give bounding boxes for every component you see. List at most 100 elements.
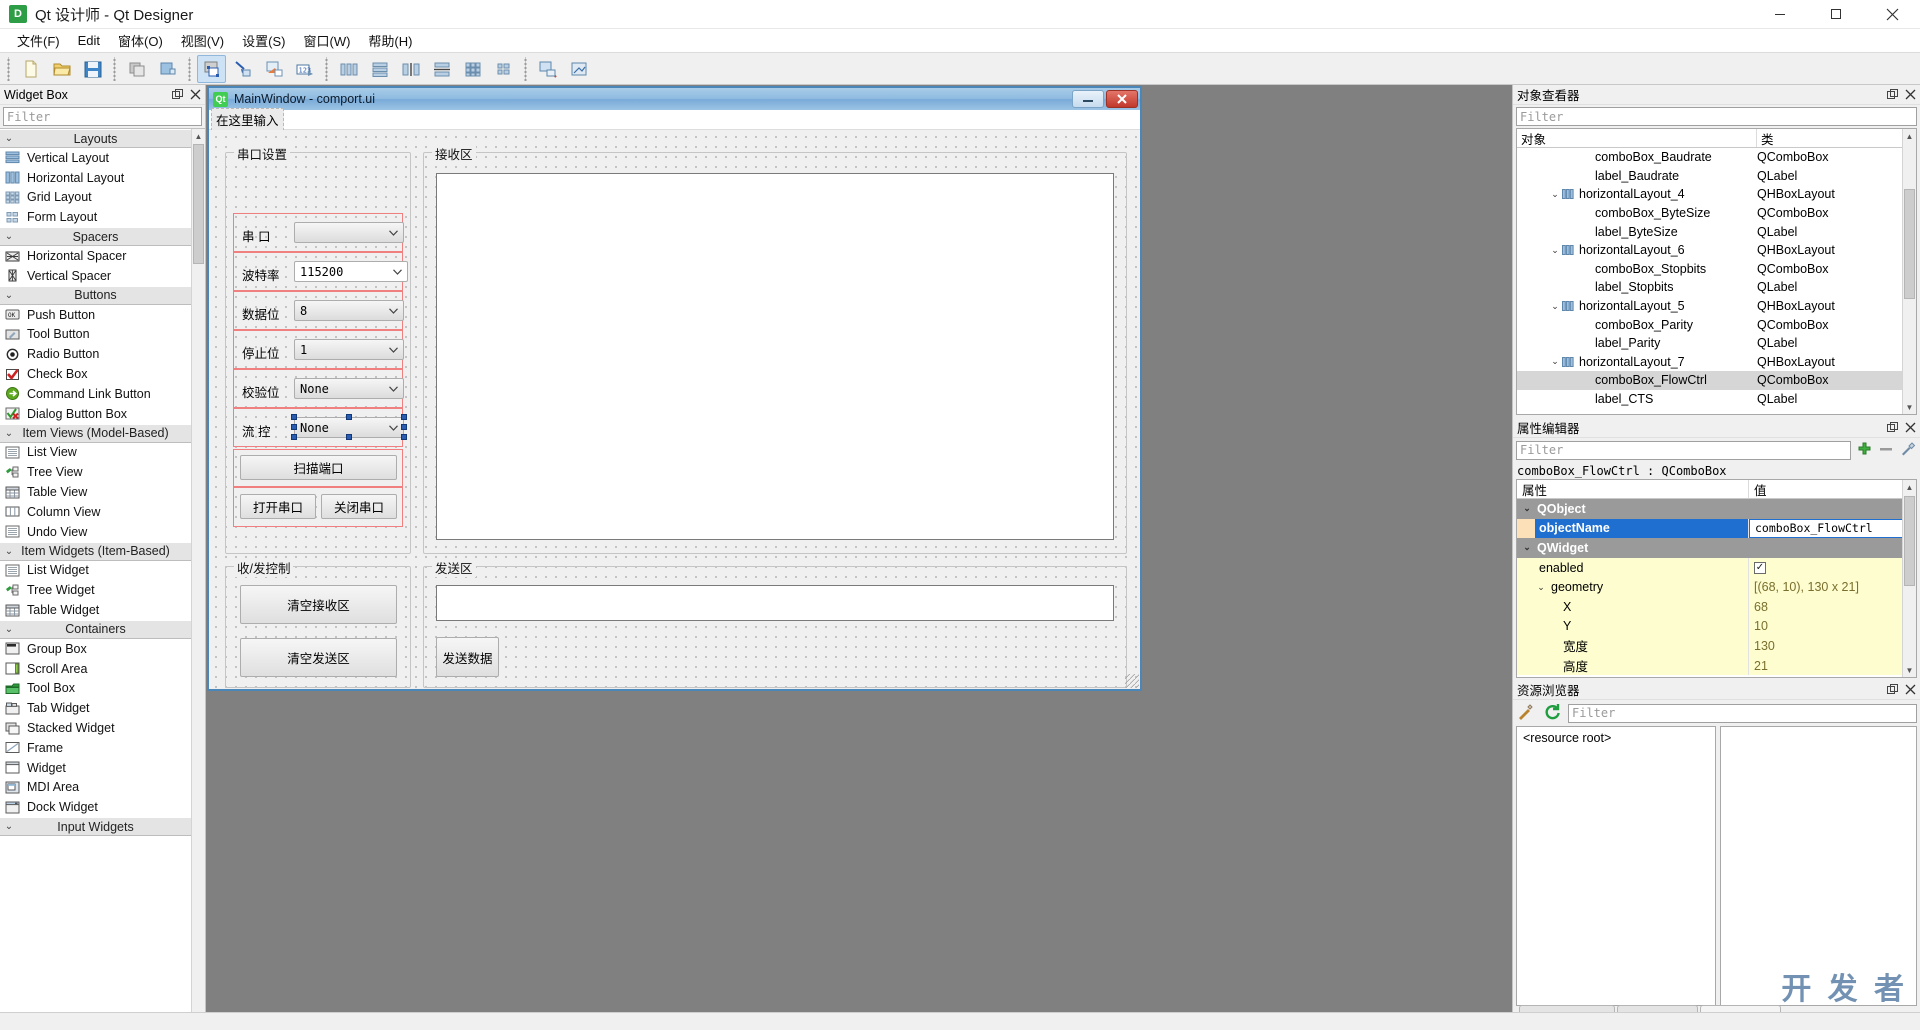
form-resize-grip[interactable] [1125, 674, 1139, 688]
object-inspector-close-button[interactable] [1902, 87, 1918, 103]
menu-edit[interactable]: Edit [69, 30, 109, 51]
add-property-button[interactable] [1855, 440, 1873, 461]
menu-view[interactable]: 视图(V) [172, 28, 233, 53]
widget-box-item-stacked-widget[interactable]: Stacked Widget [0, 718, 191, 738]
widget-box-item-vertical-spacer[interactable]: Vertical Spacer [0, 266, 191, 286]
object-inspector-float-button[interactable] [1884, 87, 1900, 103]
menu-settings[interactable]: 设置(S) [233, 28, 294, 53]
menu-window[interactable]: 窗口(W) [294, 28, 359, 53]
break-layout-button[interactable] [533, 55, 562, 83]
object-tree-row[interactable]: comboBox_Parity QComboBox [1517, 315, 1916, 334]
send-data-button[interactable]: 发送数据 [436, 637, 499, 677]
widget-box-item-list-widget[interactable]: List Widget [0, 561, 191, 581]
widget-box-item-column-view[interactable]: Column View [0, 502, 191, 522]
widget-box-item-horizontal-spacer[interactable]: Horizontal Spacer [0, 246, 191, 266]
property-col-name[interactable]: 属性 [1517, 480, 1749, 498]
chevron-down-icon[interactable]: ⌄ [1521, 542, 1533, 553]
chevron-down-icon[interactable]: ⌄ [1521, 503, 1533, 514]
toolbar-grip-4[interactable] [323, 56, 330, 81]
widget-box-item-tree-view[interactable]: Tree View [0, 462, 191, 482]
object-tree-row[interactable]: comboBox_Baudrate QComboBox [1517, 148, 1916, 167]
object-tree-row[interactable]: ⌄ horizontalLayout_6 QHBoxLayout [1517, 241, 1916, 260]
form-minimize-button[interactable] [1072, 90, 1104, 108]
object-tree-row[interactable]: label_CTS QLabel [1517, 390, 1916, 409]
property-editor-filter-input[interactable]: Filter [1516, 440, 1851, 460]
object-tree-row[interactable]: label_Stopbits QLabel [1517, 278, 1916, 297]
scroll-down-icon[interactable]: ▼ [1903, 663, 1916, 677]
widget-box-item-dialog-button-box[interactable]: Dialog Button Box [0, 404, 191, 424]
configure-property-button[interactable] [1899, 440, 1917, 461]
layout-vertically-button[interactable] [365, 55, 394, 83]
chevron-down-icon[interactable]: ⌄ [1549, 189, 1561, 200]
layout-form-button[interactable] [489, 55, 518, 83]
redo-button[interactable] [153, 55, 182, 83]
object-tree-scrollbar[interactable]: ▲ ▼ [1902, 129, 1916, 414]
layout-splitter-vertical-button[interactable] [427, 55, 456, 83]
object-tree-row[interactable]: label_ByteSize QLabel [1517, 222, 1916, 241]
property-col-value[interactable]: 值 [1749, 480, 1916, 498]
window-close-button[interactable] [1864, 0, 1920, 29]
widget-box-category-layouts[interactable]: ⌄ Layouts [0, 129, 191, 148]
resource-root-list[interactable]: <resource root> [1516, 726, 1716, 1006]
toolbar-grip[interactable] [5, 56, 12, 81]
property-row-value[interactable]: 21 [1749, 656, 1916, 676]
property-row-value[interactable]: comboBox_FlowCtrl [1749, 518, 1916, 539]
widget-box-float-button[interactable] [169, 87, 185, 103]
layout-splitter-horizontal-button[interactable] [396, 55, 425, 83]
property-row[interactable]: ⌄ QObject [1517, 499, 1916, 519]
widget-box-item-scroll-area[interactable]: Scroll Area [0, 659, 191, 679]
edit-signals-slots-button[interactable] [228, 55, 257, 83]
widget-box-item-form-layout[interactable]: Form Layout [0, 207, 191, 227]
widget-box-item-dock-widget[interactable]: Dock Widget [0, 797, 191, 817]
property-row[interactable]: ⌄ geometry [(68, 10), 130 x 21] [1517, 577, 1916, 597]
property-table-scrollbar[interactable]: ▲ ▼ [1902, 480, 1916, 677]
widget-box-item-tool-button[interactable]: Tool Button [0, 325, 191, 345]
scroll-up-icon[interactable]: ▲ [1903, 480, 1916, 494]
open-form-button[interactable] [47, 55, 76, 83]
window-minimize-button[interactable] [1752, 0, 1808, 29]
widget-box-item-push-button[interactable]: OK Push Button [0, 305, 191, 325]
widget-box-category-buttons[interactable]: ⌄ Buttons [0, 285, 191, 305]
open-port-button[interactable]: 打开串口 [240, 494, 316, 519]
widget-box-item-widget[interactable]: Widget [0, 758, 191, 778]
property-row[interactable]: objectName comboBox_FlowCtrl [1517, 518, 1916, 539]
property-row-value[interactable]: ✓ [1749, 558, 1916, 578]
groupbox-receive[interactable]: 接收区 [423, 144, 1127, 554]
property-row[interactable]: X 68 [1517, 596, 1916, 617]
property-row[interactable]: ⌄ QWidget [1517, 538, 1916, 558]
send-textedit[interactable] [436, 585, 1114, 621]
scrollbar-thumb[interactable] [193, 144, 204, 264]
scroll-down-icon[interactable]: ▼ [1903, 400, 1916, 414]
scroll-up-icon[interactable]: ▲ [1903, 129, 1916, 143]
combobox-baudrate[interactable]: 115200 [294, 261, 408, 282]
combobox-parity[interactable]: None [294, 378, 404, 399]
groupbox-transfer-control[interactable]: 收/发控制 清空接收区 清空发送区 [225, 558, 411, 688]
widget-box-item-mdi-area[interactable]: MDI Area [0, 778, 191, 798]
menu-form[interactable]: 窗体(O) [109, 28, 172, 53]
resource-browser-filter-input[interactable]: Filter [1568, 703, 1917, 723]
toolbar-grip-5[interactable] [522, 56, 529, 81]
scan-ports-button[interactable]: 扫描端口 [240, 455, 397, 480]
property-row[interactable]: enabled ✓ [1517, 557, 1916, 578]
scrollbar-thumb[interactable] [1904, 496, 1915, 586]
object-tree-row[interactable]: ⌄ horizontalLayout_5 QHBoxLayout [1517, 297, 1916, 316]
property-editor-float-button[interactable] [1884, 420, 1900, 436]
object-inspector-filter-input[interactable]: Filter [1516, 107, 1917, 126]
form-close-button[interactable] [1106, 90, 1138, 108]
groupbox-send[interactable]: 发送区 发送数据 [423, 558, 1127, 688]
receive-textedit[interactable] [436, 173, 1114, 540]
edit-buddies-button[interactable] [259, 55, 288, 83]
chevron-down-icon[interactable]: ⌄ [1549, 356, 1561, 367]
resource-browser-float-button[interactable] [1884, 682, 1900, 698]
widget-box-item-radio-button[interactable]: Radio Button [0, 344, 191, 364]
property-row-value[interactable]: 10 [1749, 617, 1916, 637]
combobox-comport[interactable] [294, 222, 404, 243]
widget-box-item-vertical-layout[interactable]: Vertical Layout [0, 148, 191, 168]
clear-send-button[interactable]: 清空发送区 [240, 638, 397, 677]
widget-box-close-button[interactable] [187, 87, 203, 103]
menu-help[interactable]: 帮助(H) [359, 28, 421, 53]
widget-box-category-spacers[interactable]: ⌄ Spacers [0, 227, 191, 247]
save-form-button[interactable] [78, 55, 107, 83]
new-form-button[interactable] [16, 55, 45, 83]
scrollbar-thumb[interactable] [1904, 189, 1915, 299]
